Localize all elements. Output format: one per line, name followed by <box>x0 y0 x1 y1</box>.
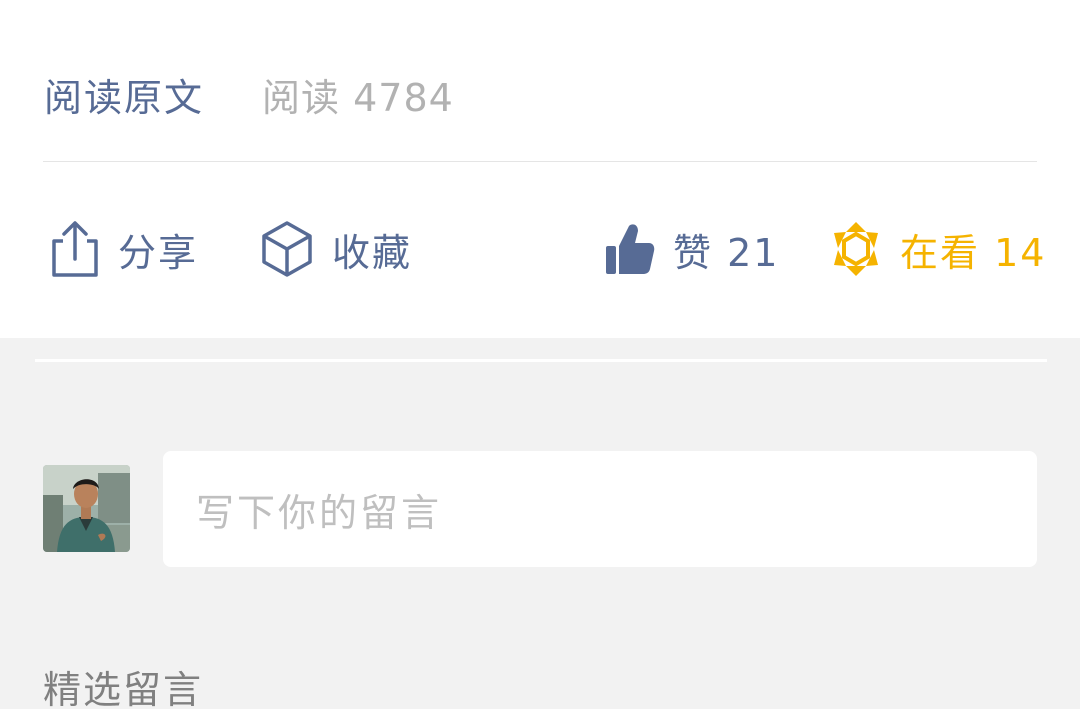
looking-button[interactable]: 在看 14 <box>830 220 1046 278</box>
share-icon <box>52 221 98 277</box>
read-original-link[interactable]: 阅读原文 <box>44 67 204 122</box>
like-label: 赞 21 <box>673 230 780 275</box>
cube-icon <box>262 221 312 277</box>
section-divider <box>35 359 1047 362</box>
comment-placeholder: 写下你的留言 <box>196 490 443 535</box>
read-row: 阅读原文 阅读 4784 <box>44 68 454 120</box>
star-burst-icon <box>834 222 878 276</box>
favorite-button[interactable]: 收藏 <box>260 220 412 278</box>
read-count: 阅读 4784 <box>262 75 454 120</box>
divider <box>43 161 1037 162</box>
share-label: 分享 <box>118 230 199 275</box>
like-button[interactable]: 赞 21 <box>605 220 779 278</box>
looking-label: 在看 14 <box>900 230 1047 275</box>
featured-comments-heading: 精选留言 <box>43 668 204 712</box>
article-footer: 阅读原文 阅读 4784 分享 收藏 赞 21 在看 14 <box>0 0 1080 338</box>
thumbs-up-icon <box>606 224 655 274</box>
avatar <box>43 465 130 552</box>
comment-section: 写下你的留言 精选留言 <box>0 338 1080 712</box>
comment-input[interactable]: 写下你的留言 <box>163 451 1037 567</box>
favorite-label: 收藏 <box>332 230 413 275</box>
share-button[interactable]: 分享 <box>50 220 198 278</box>
